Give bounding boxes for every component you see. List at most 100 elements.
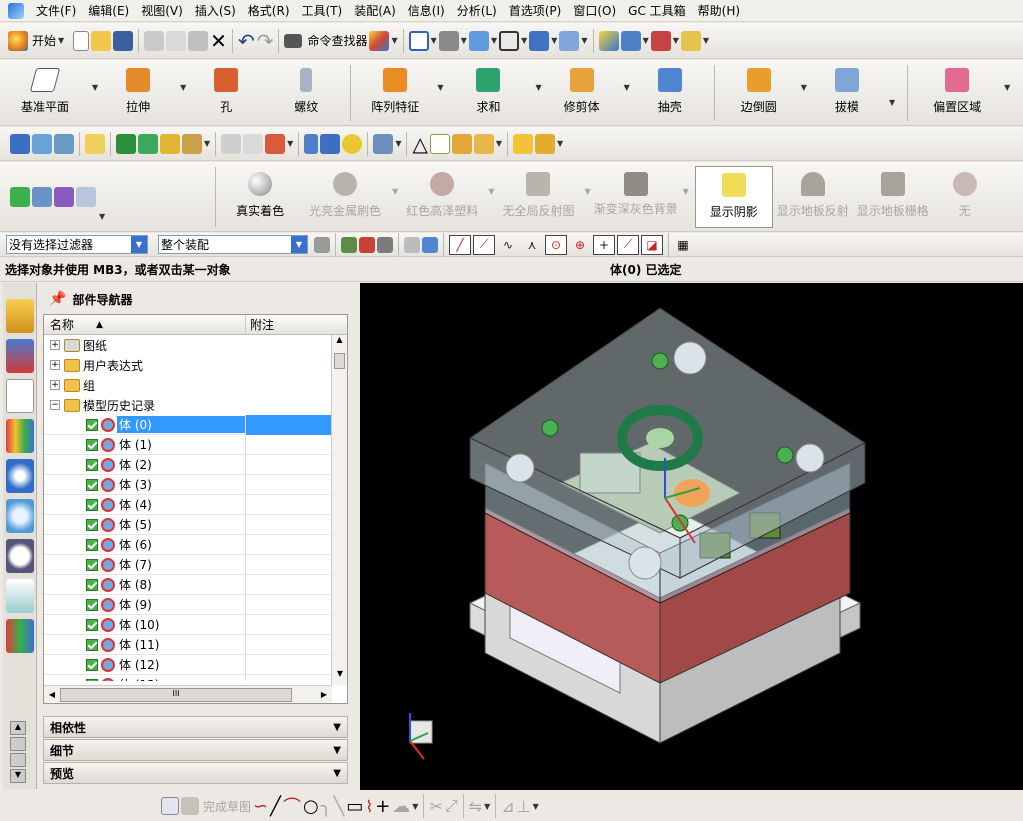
thread-button[interactable]: 螺纹: [266, 62, 346, 124]
part-navigator-tab-icon[interactable]: [6, 379, 34, 413]
wcs-button[interactable]: ▼: [650, 28, 679, 54]
menu-file[interactable]: 文件(F): [30, 0, 82, 22]
util-btn-8[interactable]: ▼: [182, 131, 210, 157]
snap-endpoint-button[interactable]: ╱: [449, 234, 471, 255]
filter-btn-3[interactable]: [359, 232, 375, 258]
edge-blend-button[interactable]: 边倒圆: [719, 62, 799, 124]
expander-icon[interactable]: −: [50, 400, 60, 410]
constraint-button[interactable]: ⊿: [501, 793, 514, 819]
render-style-button[interactable]: ▼: [438, 28, 467, 54]
sketch-button[interactable]: [161, 793, 179, 819]
measure-button[interactable]: ▼: [680, 28, 709, 54]
fit-view-button[interactable]: ▼: [408, 28, 437, 54]
tree-body-row[interactable]: 体 (13): [44, 674, 347, 681]
snap-midpoint-button[interactable]: ⟋: [473, 234, 495, 255]
snap-intersection-button[interactable]: ⋏: [521, 235, 543, 255]
hscroll-thumb[interactable]: III: [60, 687, 292, 702]
snap-quadrant-button[interactable]: ⊕: [569, 235, 591, 255]
util-btn-16[interactable]: △: [412, 131, 427, 157]
hd3d-tab-icon[interactable]: [6, 459, 34, 493]
history-tab-icon[interactable]: [6, 539, 34, 573]
filter-btn-2[interactable]: [341, 232, 357, 258]
extrude-button[interactable]: 拉伸: [98, 62, 178, 124]
tree-vscrollbar[interactable]: ▲ ▼: [331, 335, 347, 685]
tree-body-row[interactable]: 体 (0): [44, 414, 347, 435]
show-shadow-button[interactable]: 显示阴影: [694, 165, 773, 228]
util-btn-4[interactable]: [85, 131, 105, 157]
util-btn-2[interactable]: [32, 131, 52, 157]
tree-body-row[interactable]: 体 (12): [44, 654, 347, 675]
arc-button[interactable]: ⌒: [283, 793, 301, 819]
dependency-panel[interactable]: 相依性 ▼: [43, 716, 348, 738]
menu-window[interactable]: 窗口(O): [567, 0, 622, 22]
expander-icon[interactable]: +: [50, 360, 60, 370]
unite-button[interactable]: 求和: [443, 62, 533, 124]
paste-button[interactable]: [188, 28, 209, 54]
snap-on-face-button[interactable]: ◪: [641, 234, 663, 255]
util-btn-18[interactable]: [451, 131, 472, 157]
scroll-up-icon[interactable]: ▲: [10, 721, 26, 735]
visibility-checkbox[interactable]: [86, 538, 98, 551]
tree-body-row[interactable]: 体 (7): [44, 554, 347, 575]
line-button[interactable]: ╱: [270, 793, 281, 819]
scope-filter-select[interactable]: 整个装配 ▼: [158, 235, 308, 254]
viz-axis-button[interactable]: [76, 184, 96, 210]
util-btn-20[interactable]: [513, 131, 534, 157]
snap-on-curve-button[interactable]: ⟋: [617, 234, 639, 255]
graphics-viewport[interactable]: [360, 283, 1023, 790]
menu-analysis[interactable]: 分析(L): [451, 0, 503, 22]
system-materials-tab-icon[interactable]: [6, 579, 34, 613]
copy-button[interactable]: [166, 28, 187, 54]
circle-button[interactable]: ○: [303, 793, 319, 819]
tree-body-row[interactable]: 体 (9): [44, 594, 347, 615]
floor-grid-button[interactable]: 显示地板栅格: [853, 166, 933, 228]
scroll-handle[interactable]: [10, 737, 26, 751]
scroll-right-icon[interactable]: ▶: [316, 690, 332, 699]
visibility-checkbox[interactable]: [86, 578, 98, 591]
util-btn-10[interactable]: [243, 131, 264, 157]
layer-button[interactable]: ▼: [529, 28, 557, 54]
util-btn-13[interactable]: [320, 131, 341, 157]
type-filter-select[interactable]: 没有选择过滤器 ▼: [6, 235, 148, 254]
selection-tool-button[interactable]: ▼: [369, 28, 398, 54]
chamfer-button[interactable]: ╲: [334, 793, 345, 819]
visibility-checkbox[interactable]: [86, 418, 98, 431]
visibility-checkbox[interactable]: [86, 438, 98, 451]
filter-btn-1[interactable]: [314, 232, 330, 258]
menu-information[interactable]: 信息(I): [402, 0, 451, 22]
menu-edit[interactable]: 编辑(E): [82, 0, 135, 22]
datum-plane-button[interactable]: 基准平面: [0, 62, 90, 124]
util-btn-14[interactable]: [342, 131, 363, 157]
menu-assembly[interactable]: 装配(A): [348, 0, 402, 22]
tree-body-row[interactable]: 体 (3): [44, 474, 347, 495]
red-plastic-button[interactable]: 红色高泽塑料: [398, 166, 486, 228]
util-btn-12[interactable]: [304, 131, 319, 157]
tree-body-row[interactable]: 体 (4): [44, 494, 347, 515]
viz-table-button[interactable]: [54, 184, 74, 210]
true-shading-button[interactable]: 真实着色: [220, 166, 300, 228]
menu-format[interactable]: 格式(R): [242, 0, 296, 22]
tree-node[interactable]: + 图纸: [44, 335, 347, 355]
visibility-checkbox[interactable]: [86, 558, 98, 571]
expander-icon[interactable]: +: [50, 340, 60, 350]
menu-help[interactable]: 帮助(H): [692, 0, 746, 22]
point-button[interactable]: +: [375, 793, 390, 819]
scroll-handle[interactable]: [10, 753, 26, 767]
snap-center-button[interactable]: ⊙: [545, 234, 567, 255]
scroll-down-icon[interactable]: ▼: [10, 769, 26, 783]
tree-body-row[interactable]: 体 (11): [44, 634, 347, 655]
redo-button[interactable]: ↷: [257, 28, 274, 54]
note-column-header[interactable]: 附注: [246, 315, 274, 334]
util-btn-6[interactable]: [138, 131, 158, 157]
pattern-feature-button[interactable]: 阵列特征: [355, 62, 435, 124]
tree-hscrollbar[interactable]: ◀ III ▶: [44, 685, 332, 703]
util-btn-9[interactable]: [221, 131, 242, 157]
brushed-metal-button[interactable]: 光亮金属刷色: [300, 166, 390, 228]
tree-body-row[interactable]: 体 (6): [44, 534, 347, 555]
scroll-left-icon[interactable]: ◀: [44, 690, 60, 699]
tree-node[interactable]: − 模型历史记录: [44, 395, 347, 415]
menu-tools[interactable]: 工具(T): [296, 0, 349, 22]
assembly-navigator-tab-icon[interactable]: [6, 299, 34, 333]
details-panel[interactable]: 细节 ▼: [43, 739, 348, 761]
name-column-header[interactable]: 名称 ▲: [44, 315, 246, 334]
